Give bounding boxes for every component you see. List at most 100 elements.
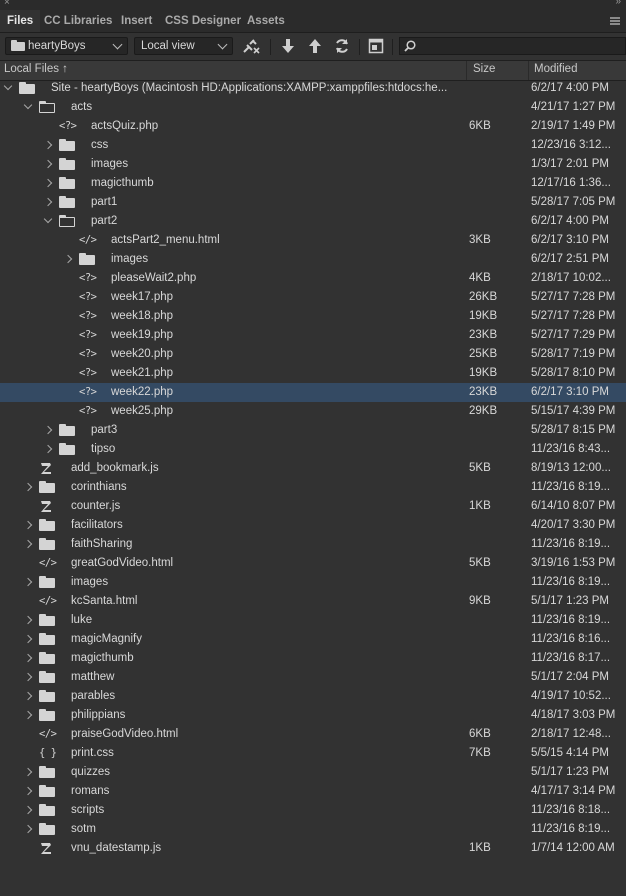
file-name: part1 bbox=[91, 196, 118, 208]
collapsed-arrow-icon[interactable] bbox=[23, 767, 33, 777]
folder-row[interactable]: magicMagnify 11/23/16 8:16... bbox=[0, 630, 626, 649]
folder-row[interactable]: images 1/3/17 2:01 PM bbox=[0, 155, 626, 174]
file-modified: 8/19/13 12:00... bbox=[531, 462, 611, 474]
collapsed-arrow-icon[interactable] bbox=[23, 653, 33, 663]
file-row[interactable]: <?> week25.php 29KB 5/15/17 4:39 PM bbox=[0, 402, 626, 421]
file-row[interactable]: <?> week17.php 26KB 5/27/17 7:28 PM bbox=[0, 288, 626, 307]
file-name: philippians bbox=[71, 709, 126, 721]
tab-files[interactable]: Files bbox=[0, 10, 41, 32]
folder-icon bbox=[39, 519, 57, 532]
tab-assets[interactable]: Assets bbox=[240, 10, 292, 32]
folder-row[interactable]: css 12/23/16 3:12... bbox=[0, 136, 626, 155]
folder-row[interactable]: images 11/23/16 8:19... bbox=[0, 573, 626, 592]
site-select[interactable]: heartyBoys bbox=[5, 37, 128, 55]
file-row[interactable]: <?> week22.php 23KB 6/2/17 3:10 PM bbox=[0, 383, 626, 402]
folder-row[interactable]: Site - heartyBoys (Macintosh HD:Applicat… bbox=[0, 79, 626, 98]
folder-row[interactable]: parables 4/19/17 10:52... bbox=[0, 687, 626, 706]
file-row[interactable]: <?> week18.php 19KB 5/27/17 7:28 PM bbox=[0, 307, 626, 326]
file-row[interactable]: vnu_datestamp.js 1KB 1/7/14 12:00 AM bbox=[0, 839, 626, 858]
column-local-files[interactable]: Local Files ↑ bbox=[4, 63, 68, 75]
collapsed-arrow-icon[interactable] bbox=[23, 634, 33, 644]
expanded-arrow-icon[interactable] bbox=[23, 100, 33, 110]
expanded-arrow-icon[interactable] bbox=[3, 81, 13, 91]
collapsed-arrow-icon[interactable] bbox=[43, 197, 53, 207]
collapsed-arrow-icon[interactable] bbox=[43, 140, 53, 150]
collapse-panel-icon[interactable]: » bbox=[615, 0, 620, 7]
collapsed-arrow-icon[interactable] bbox=[23, 691, 33, 701]
file-row[interactable]: <?> actsQuiz.php 6KB 2/19/17 1:49 PM bbox=[0, 117, 626, 136]
file-modified: 3/19/16 1:53 PM bbox=[531, 557, 616, 569]
collapsed-arrow-icon[interactable] bbox=[23, 615, 33, 625]
collapsed-arrow-icon[interactable] bbox=[23, 482, 33, 492]
folder-row[interactable]: part2 6/2/17 4:00 PM bbox=[0, 212, 626, 231]
folder-row[interactable]: facilitators 4/20/17 3:30 PM bbox=[0, 516, 626, 535]
collapsed-arrow-icon[interactable] bbox=[23, 539, 33, 549]
file-name: greatGodVideo.html bbox=[71, 557, 174, 569]
file-row[interactable]: </> actsPart2_menu.html 3KB 6/2/17 3:10 PM bbox=[0, 231, 626, 250]
file-row[interactable]: <?> pleaseWait2.php 4KB 2/18/17 10:02... bbox=[0, 269, 626, 288]
collapsed-arrow-icon[interactable] bbox=[23, 520, 33, 530]
folder-row[interactable]: part1 5/28/17 7:05 PM bbox=[0, 193, 626, 212]
file-row[interactable]: </> kcSanta.html 9KB 5/1/17 1:23 PM bbox=[0, 592, 626, 611]
expanded-arrow-icon[interactable] bbox=[43, 214, 53, 224]
column-modified[interactable]: Modified bbox=[534, 63, 577, 75]
file-modified: 5/5/15 4:14 PM bbox=[531, 747, 609, 759]
tab-css-designer[interactable]: CSS Designer bbox=[158, 10, 248, 32]
folder-row[interactable]: quizzes 5/1/17 1:23 PM bbox=[0, 763, 626, 782]
folder-row[interactable]: matthew 5/1/17 2:04 PM bbox=[0, 668, 626, 687]
file-row[interactable]: add_bookmark.js 5KB 8/19/13 12:00... bbox=[0, 459, 626, 478]
file-row[interactable]: </> greatGodVideo.html 5KB 3/19/16 1:53 PM bbox=[0, 554, 626, 573]
folder-row[interactable]: images 6/2/17 2:51 PM bbox=[0, 250, 626, 269]
file-row[interactable]: </> praiseGodVideo.html 6KB 2/18/17 12:48..… bbox=[0, 725, 626, 744]
file-size: 6KB bbox=[469, 120, 491, 132]
refresh-button[interactable] bbox=[333, 38, 351, 56]
collapsed-arrow-icon[interactable] bbox=[43, 178, 53, 188]
panel-menu-icon[interactable] bbox=[610, 17, 620, 25]
file-row[interactable]: counter.js 1KB 6/14/10 8:07 PM bbox=[0, 497, 626, 516]
file-size: 9KB bbox=[469, 595, 491, 607]
collapsed-arrow-icon[interactable] bbox=[23, 805, 33, 815]
get-files-button[interactable] bbox=[279, 38, 297, 56]
folder-icon bbox=[39, 652, 57, 665]
folder-row[interactable]: romans 4/17/17 3:14 PM bbox=[0, 782, 626, 801]
file-modified: 5/27/17 7:28 PM bbox=[531, 310, 616, 322]
collapsed-arrow-icon[interactable] bbox=[23, 672, 33, 682]
folder-row[interactable]: magicthumb 12/17/16 1:36... bbox=[0, 174, 626, 193]
file-row[interactable]: <?> week19.php 23KB 5/27/17 7:29 PM bbox=[0, 326, 626, 345]
file-row[interactable]: { } print.css 7KB 5/5/15 4:14 PM bbox=[0, 744, 626, 763]
folder-row[interactable]: magicthumb 11/23/16 8:17... bbox=[0, 649, 626, 668]
download-arrow-icon bbox=[282, 39, 294, 53]
column-size[interactable]: Size bbox=[473, 63, 495, 75]
collapsed-arrow-icon[interactable] bbox=[23, 786, 33, 796]
collapsed-arrow-icon[interactable] bbox=[63, 254, 73, 264]
collapsed-arrow-icon[interactable] bbox=[43, 444, 53, 454]
collapsed-arrow-icon[interactable] bbox=[23, 577, 33, 587]
folder-row[interactable]: tipso 11/23/16 8:43... bbox=[0, 440, 626, 459]
collapsed-arrow-icon[interactable] bbox=[23, 710, 33, 720]
tab-insert[interactable]: Insert bbox=[114, 10, 159, 32]
disconnect-button[interactable] bbox=[241, 38, 260, 56]
collapsed-arrow-icon[interactable] bbox=[43, 425, 53, 435]
folder-row[interactable]: scripts 11/23/16 8:18... bbox=[0, 801, 626, 820]
expand-view-button[interactable] bbox=[367, 38, 385, 56]
folder-row[interactable]: acts 4/21/17 1:27 PM bbox=[0, 98, 626, 117]
folder-row[interactable]: corinthians 11/23/16 8:19... bbox=[0, 478, 626, 497]
view-select[interactable]: Local view bbox=[134, 37, 233, 55]
folder-row[interactable]: philippians 4/18/17 3:03 PM bbox=[0, 706, 626, 725]
collapsed-arrow-icon[interactable] bbox=[43, 159, 53, 169]
folder-row[interactable]: faithSharing 11/23/16 8:19... bbox=[0, 535, 626, 554]
put-files-button[interactable] bbox=[306, 38, 324, 56]
file-name: praiseGodVideo.html bbox=[71, 728, 179, 740]
folder-row[interactable]: luke 11/23/16 8:19... bbox=[0, 611, 626, 630]
tab-cc-libraries[interactable]: CC Libraries bbox=[37, 10, 119, 32]
close-panel-icon[interactable]: × bbox=[4, 0, 10, 8]
search-input[interactable] bbox=[399, 37, 626, 55]
folder-row[interactable]: sotm 11/23/16 8:19... bbox=[0, 820, 626, 839]
folder-icon bbox=[39, 481, 57, 494]
file-name: luke bbox=[71, 614, 93, 626]
file-modified: 5/28/17 7:05 PM bbox=[531, 196, 616, 208]
file-row[interactable]: <?> week21.php 19KB 5/28/17 8:10 PM bbox=[0, 364, 626, 383]
folder-row[interactable]: part3 5/28/17 8:15 PM bbox=[0, 421, 626, 440]
collapsed-arrow-icon[interactable] bbox=[23, 824, 33, 834]
file-row[interactable]: <?> week20.php 25KB 5/28/17 7:19 PM bbox=[0, 345, 626, 364]
